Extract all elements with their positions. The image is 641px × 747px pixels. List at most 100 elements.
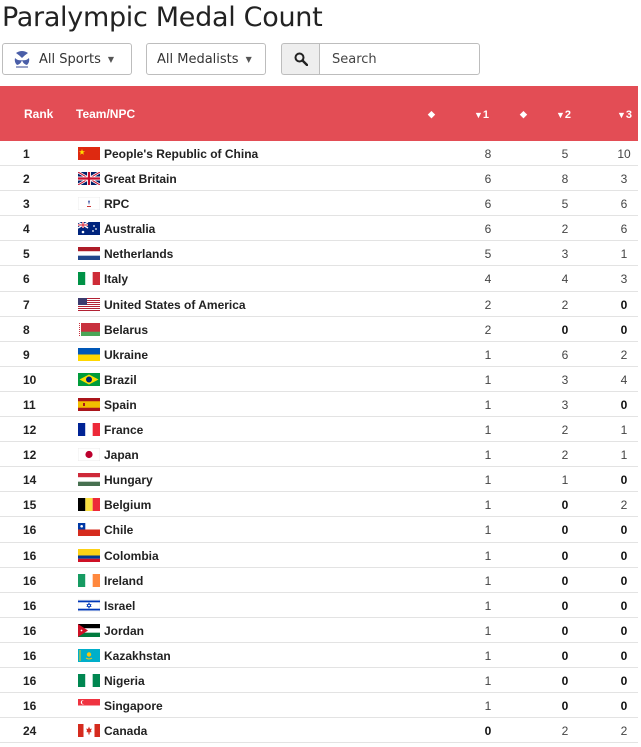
silver-count-cell: 5	[561, 147, 569, 161]
table-row[interactable]: 8 Belarus 2 0 0	[0, 317, 638, 342]
bronze-count-cell: 1	[620, 247, 628, 262]
table-row[interactable]: 7 United States of America 2 2 0	[0, 292, 638, 317]
chevron-down-icon: ▼	[107, 54, 115, 64]
table-row[interactable]: 10 Brazil 1 3 4	[0, 367, 638, 392]
table-row[interactable]: 16 Israel 1 0 0	[0, 593, 638, 618]
medalists-filter-label: All Medalists	[157, 51, 239, 67]
silver-count-cell: 3	[561, 247, 569, 262]
gold-count-cell: 1	[484, 598, 492, 613]
team-name-cell[interactable]: Jordan	[104, 624, 144, 638]
rank-cell: 16	[23, 623, 37, 638]
search-input[interactable]	[319, 43, 480, 75]
sports-filter-dropdown[interactable]: All Sports ▼	[2, 43, 132, 75]
silver-count-cell: 2	[561, 222, 569, 237]
ireland-flag-icon	[78, 573, 100, 587]
sort-icon[interactable]: ◆	[428, 109, 435, 120]
table-row[interactable]: 14 Hungary 1 1 0	[0, 467, 638, 493]
search-button[interactable]	[281, 43, 319, 75]
team-name-cell[interactable]: Ireland	[104, 574, 143, 588]
team-name-cell[interactable]: Canada	[104, 724, 147, 738]
silver-count-cell: 0	[561, 673, 569, 688]
bronze-count-cell: 0	[620, 548, 628, 563]
bronze-count-cell: 1	[620, 423, 628, 438]
table-row[interactable]: 16 Kazakhstan 1 0 0	[0, 643, 638, 668]
table-row[interactable]: 4 Australia 6 2 6	[0, 216, 638, 242]
rank-cell: 12	[23, 448, 37, 463]
silver-count-cell: 0	[561, 548, 569, 563]
silver-count-cell: 3	[561, 372, 569, 387]
gold-column-header[interactable]: ▼1	[474, 107, 489, 121]
team-name-cell[interactable]: Colombia	[104, 549, 159, 563]
silver-column-header[interactable]: ▼2	[556, 107, 571, 121]
silver-count-cell: 0	[561, 523, 569, 538]
sort-icon[interactable]: ◆	[520, 109, 527, 120]
chevron-down-icon: ▼	[245, 54, 252, 64]
team-name-cell[interactable]: Ukraine	[104, 348, 148, 362]
table-row[interactable]: 16 Singapore 1 0 0	[0, 693, 638, 719]
filter-bar: All Sports ▼ All Medalists ▼	[2, 43, 638, 77]
table-row[interactable]: 2 Great Britain 6 8 3	[0, 166, 638, 192]
table-row[interactable]: 24 Canada 0 2 2	[0, 718, 638, 744]
medal-icon: ▼	[617, 110, 626, 120]
table-row[interactable]: 9 Ukraine 1 6 2	[0, 342, 638, 367]
hungary-flag-icon	[78, 473, 100, 487]
team-name-cell[interactable]: Spain	[104, 398, 137, 412]
table-row[interactable]: 11 Spain 1 3 0	[0, 392, 638, 418]
table-row[interactable]: 16 Colombia 1 0 0	[0, 543, 638, 568]
table-row[interactable]: 12 France 1 2 1	[0, 417, 638, 443]
table-row[interactable]: 1 People's Republic of China 8 5 10	[0, 141, 638, 167]
bronze-count-cell: 0	[620, 397, 628, 412]
team-name-cell[interactable]: Kazakhstan	[104, 649, 171, 663]
spain-flag-icon	[78, 397, 100, 411]
team-name-cell[interactable]: Brazil	[104, 373, 137, 387]
table-row[interactable]: 12 Japan 1 2 1	[0, 442, 638, 468]
team-column-header[interactable]: Team/NPC	[76, 107, 135, 121]
team-name-cell[interactable]: Israel	[104, 599, 135, 613]
table-row[interactable]: 3 RPC 6 5 6	[0, 191, 638, 217]
table-header: Rank Team/NPC ◆ ▼1 ◆ ▼2 ▼3	[0, 86, 638, 141]
rank-column-header[interactable]: Rank	[24, 107, 53, 121]
team-name-cell[interactable]: Singapore	[104, 699, 163, 713]
team-name-cell[interactable]: RPC	[104, 197, 129, 211]
team-name-cell[interactable]: Belgium	[104, 498, 151, 512]
nigeria-flag-icon	[78, 673, 100, 687]
team-name-cell[interactable]: Hungary	[104, 473, 153, 487]
silver-count-cell: 1	[561, 473, 569, 488]
table-row[interactable]: 16 Jordan 1 0 0	[0, 618, 638, 643]
bronze-count-cell: 1	[620, 448, 628, 463]
bronze-column-header[interactable]: ▼3	[617, 107, 632, 121]
rank-cell: 2	[23, 172, 30, 187]
team-name-cell[interactable]: France	[104, 423, 143, 437]
canada-flag-icon	[78, 724, 100, 738]
gold-count-cell: 1	[484, 473, 492, 488]
table-row[interactable]: 16 Nigeria 1 0 0	[0, 668, 638, 694]
silver-count-cell: 2	[561, 297, 569, 312]
team-name-cell[interactable]: Italy	[104, 272, 128, 286]
team-name-cell[interactable]: United States of America	[104, 298, 246, 312]
team-name-cell[interactable]: Australia	[104, 222, 155, 236]
team-name-cell[interactable]: Belarus	[104, 323, 148, 337]
great-britain-flag-icon	[78, 172, 100, 186]
team-name-cell[interactable]: Chile	[104, 523, 133, 537]
bronze-count-cell: 0	[620, 598, 628, 613]
table-row[interactable]: 15 Belgium 1 0 2	[0, 492, 638, 518]
team-name-cell[interactable]: People's Republic of China	[104, 147, 258, 161]
gold-count-cell: 2	[484, 297, 492, 312]
team-name-cell[interactable]: Japan	[104, 448, 139, 462]
silver-count-cell: 0	[561, 598, 569, 613]
table-row[interactable]: 6 Italy 4 4 3	[0, 266, 638, 292]
gold-count-cell: 1	[484, 423, 492, 438]
team-name-cell[interactable]: Great Britain	[104, 172, 177, 186]
medalists-filter-dropdown[interactable]: All Medalists ▼	[146, 43, 266, 75]
kazakhstan-flag-icon	[78, 648, 100, 662]
team-name-cell[interactable]: Netherlands	[104, 247, 173, 261]
table-row[interactable]: 5 Netherlands 5 3 1	[0, 241, 638, 267]
rank-cell: 14	[23, 473, 37, 488]
gold-count-cell: 1	[484, 372, 492, 387]
table-row[interactable]: 16 Ireland 1 0 0	[0, 568, 638, 593]
rank-cell: 4	[23, 222, 30, 237]
table-row[interactable]: 16 Chile 1 0 0	[0, 517, 638, 543]
bronze-count-cell: 0	[620, 648, 628, 663]
gold-count-cell: 6	[484, 172, 492, 187]
team-name-cell[interactable]: Nigeria	[104, 674, 145, 688]
